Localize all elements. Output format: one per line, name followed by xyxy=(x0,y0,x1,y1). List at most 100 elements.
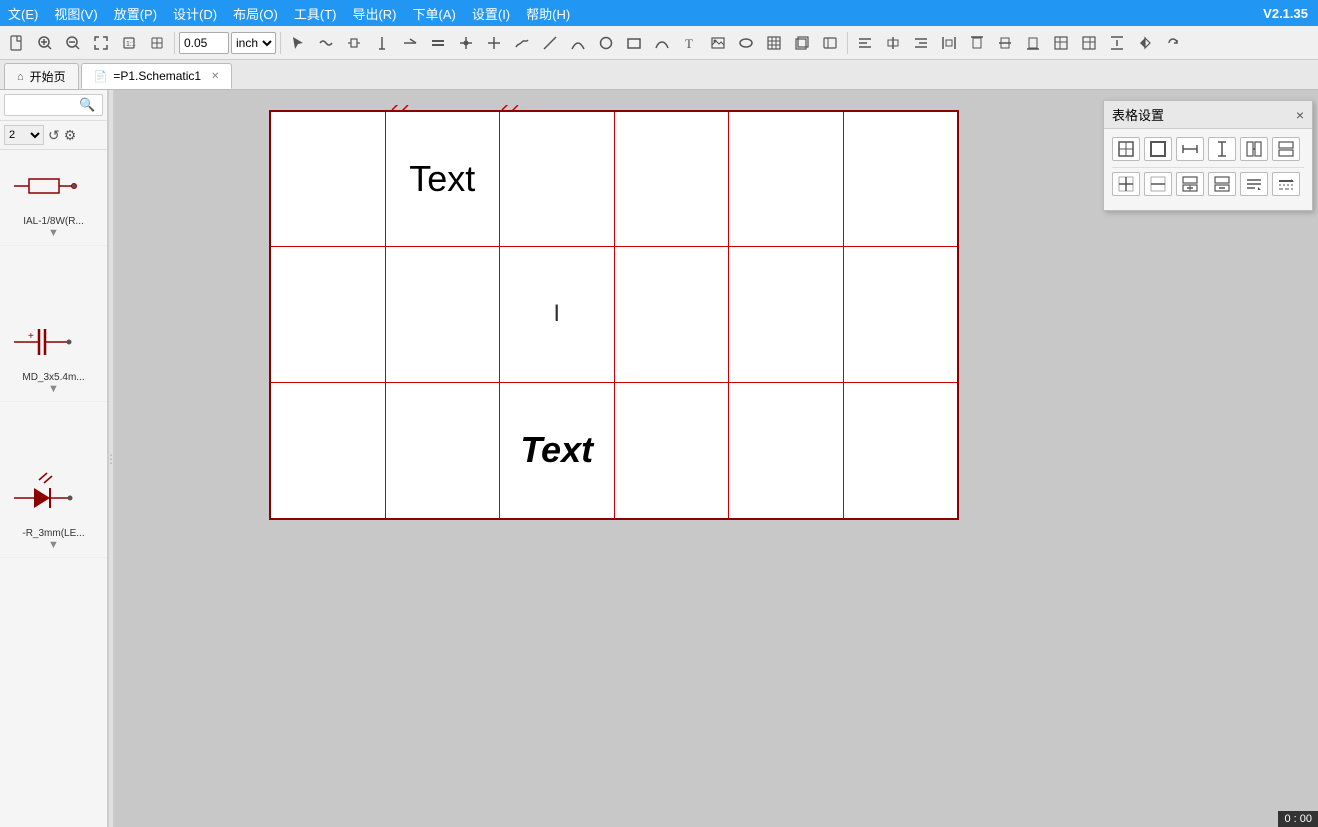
refresh-icon[interactable]: ↺ xyxy=(48,127,60,144)
component-item-1[interactable]: IAL-1/8W(R... ▼ xyxy=(0,150,107,246)
bus-button[interactable] xyxy=(425,30,451,56)
col-width-button[interactable] xyxy=(1176,137,1204,161)
align-middle-h-button[interactable] xyxy=(992,30,1018,56)
border-inner-button[interactable] xyxy=(1112,172,1140,196)
cell-2-5[interactable] xyxy=(844,383,958,518)
cell-0-4[interactable] xyxy=(729,112,844,246)
expand-icon-2[interactable]: ▼ xyxy=(48,383,59,395)
distribute-h-button[interactable] xyxy=(936,30,962,56)
power-button[interactable] xyxy=(369,30,395,56)
new-button[interactable] xyxy=(4,30,30,56)
menu-design[interactable]: 设计(D) xyxy=(165,2,225,25)
split-cell-button[interactable] xyxy=(1272,137,1300,161)
table2-button[interactable] xyxy=(1048,30,1074,56)
actual-size-button[interactable]: 1:1 xyxy=(116,30,142,56)
tab-home[interactable]: ⌂ 开始页 xyxy=(4,63,79,89)
cell-0-5[interactable] xyxy=(844,112,958,246)
part-button[interactable] xyxy=(817,30,843,56)
cross-button[interactable] xyxy=(481,30,507,56)
unit-select[interactable]: inch mm mil xyxy=(231,32,276,54)
menu-help[interactable]: 帮助(H) xyxy=(518,2,578,25)
cell-1-3[interactable] xyxy=(615,247,730,381)
settings-icon[interactable]: ⚙ xyxy=(64,127,77,144)
cell-2-3[interactable] xyxy=(615,383,730,518)
table-button[interactable] xyxy=(761,30,787,56)
zoom-in-button[interactable] xyxy=(32,30,58,56)
line-button[interactable] xyxy=(537,30,563,56)
net-button[interactable] xyxy=(397,30,423,56)
tab-close-icon[interactable]: ✕ xyxy=(211,71,219,82)
panel-close-button[interactable]: × xyxy=(1296,107,1304,123)
fit-button[interactable] xyxy=(88,30,114,56)
align-right-button[interactable] xyxy=(908,30,934,56)
cell-0-0[interactable] xyxy=(271,112,386,246)
border-all-button[interactable] xyxy=(1112,137,1140,161)
align-left-button[interactable] xyxy=(852,30,878,56)
cell-0-1[interactable]: Text xyxy=(386,112,501,246)
delete-row-button[interactable] xyxy=(1208,172,1236,196)
menu-file[interactable]: 文(E) xyxy=(0,2,46,25)
cell-2-0[interactable] xyxy=(271,383,386,518)
tab-schematic[interactable]: 📄 =P1.Schematic1 ✕ xyxy=(81,63,233,89)
circle-button[interactable] xyxy=(593,30,619,56)
menu-tools[interactable]: 工具(T) xyxy=(286,2,345,25)
search-input[interactable] xyxy=(9,98,79,112)
schematic-table[interactable]: Text I xyxy=(269,110,959,520)
menu-place[interactable]: 放置(P) xyxy=(106,2,165,25)
junction-button[interactable] xyxy=(453,30,479,56)
select-button[interactable] xyxy=(285,30,311,56)
expand-icon-1[interactable]: ▼ xyxy=(48,227,59,239)
align-dropdown-button[interactable] xyxy=(1240,172,1268,196)
cell-1-0[interactable] xyxy=(271,247,386,381)
grid-button[interactable] xyxy=(144,30,170,56)
align-bottom-button[interactable] xyxy=(1020,30,1046,56)
rect-button[interactable] xyxy=(621,30,647,56)
text-button[interactable]: T xyxy=(677,30,703,56)
flip-h-button[interactable] xyxy=(1132,30,1158,56)
distribute-v-button[interactable] xyxy=(1104,30,1130,56)
component-button[interactable] xyxy=(341,30,367,56)
arc-button[interactable] xyxy=(565,30,591,56)
component-item-3[interactable]: -R_3mm(LE... ▼ xyxy=(0,462,107,558)
cell-1-4[interactable] xyxy=(729,247,844,381)
cell-0-2[interactable] xyxy=(500,112,615,246)
wire-button[interactable] xyxy=(313,30,339,56)
line-style-dropdown-button[interactable] xyxy=(1272,172,1300,196)
column-button[interactable] xyxy=(1076,30,1102,56)
row-height-button[interactable] xyxy=(1208,137,1236,161)
rotate-button[interactable] xyxy=(1160,30,1186,56)
cell-2-4[interactable] xyxy=(729,383,844,518)
cell-2-1[interactable] xyxy=(386,383,501,518)
multi-sheet-button[interactable] xyxy=(789,30,815,56)
bezier-button[interactable] xyxy=(649,30,675,56)
expand-icon-3[interactable]: ▼ xyxy=(48,539,59,551)
menu-settings[interactable]: 设置(I) xyxy=(464,2,518,25)
menu-layout[interactable]: 布局(O) xyxy=(225,2,286,25)
filter-select[interactable]: 2 1 3 xyxy=(4,125,44,145)
border-h-button[interactable] xyxy=(1144,172,1172,196)
align-top-button[interactable] xyxy=(964,30,990,56)
canvas-area[interactable]: Text I xyxy=(114,90,1318,827)
cell-1-5[interactable] xyxy=(844,247,958,381)
cell-text-0-1: Text xyxy=(409,158,475,200)
grid-value-input[interactable] xyxy=(179,32,229,54)
merge-cell-button[interactable] xyxy=(1240,137,1268,161)
cell-1-2[interactable]: I xyxy=(500,247,615,381)
cell-1-1[interactable] xyxy=(386,247,501,381)
search-icon[interactable]: 🔍 xyxy=(79,97,95,113)
component-list: IAL-1/8W(R... ▼ + MD_3x5.4m... xyxy=(0,150,107,827)
freehand-button[interactable] xyxy=(509,30,535,56)
border-outer-button[interactable] xyxy=(1144,137,1172,161)
image-button[interactable] xyxy=(705,30,731,56)
cursor-icon: I xyxy=(553,300,560,328)
ellipse-button[interactable] xyxy=(733,30,759,56)
zoom-out-button[interactable] xyxy=(60,30,86,56)
cell-0-3[interactable] xyxy=(615,112,730,246)
insert-row-button[interactable] xyxy=(1176,172,1204,196)
menu-view[interactable]: 视图(V) xyxy=(46,2,105,25)
menu-export[interactable]: 导出(R) xyxy=(344,2,404,25)
align-center-v-button[interactable] xyxy=(880,30,906,56)
menu-order[interactable]: 下单(A) xyxy=(405,2,464,25)
component-item-2[interactable]: + MD_3x5.4m... ▼ xyxy=(0,306,107,402)
cell-2-2[interactable]: Text xyxy=(500,383,615,518)
